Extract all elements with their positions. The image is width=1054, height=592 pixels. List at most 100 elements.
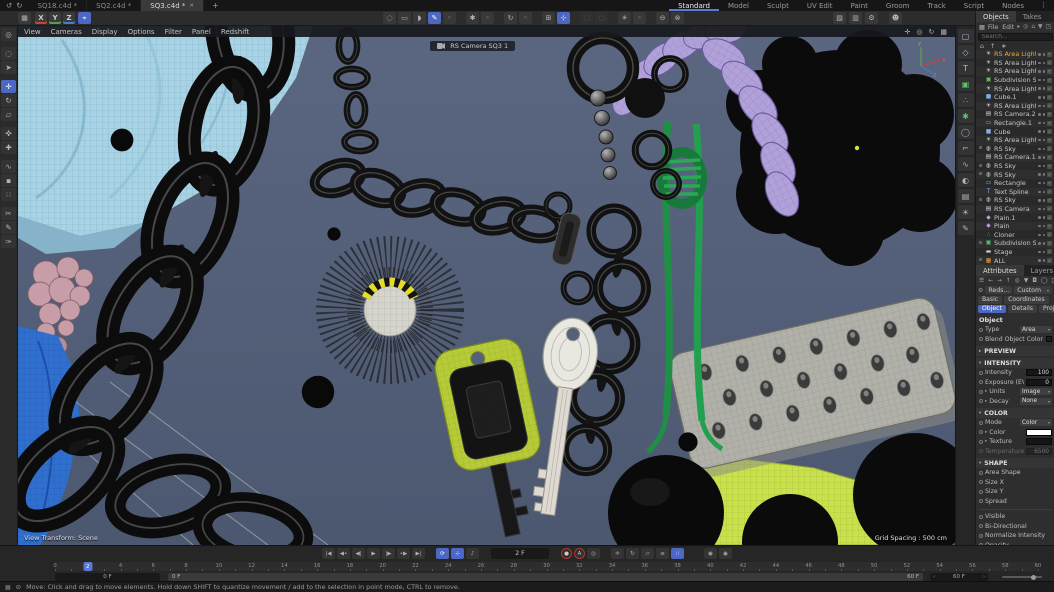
object-tag-icon[interactable]: ✓ (1047, 103, 1052, 108)
search-icon[interactable]: ◎ (1023, 24, 1028, 30)
tool-loop-settings[interactable]: ◦ (519, 12, 532, 24)
object-tag-icon[interactable]: ✓ (1047, 138, 1052, 143)
render-visibility-dot[interactable] (1043, 53, 1046, 56)
active-camera-label[interactable]: RS Camera SQ3 1 (430, 41, 515, 51)
panel-tab-takes[interactable]: Takes (1016, 11, 1049, 22)
panel-menu-icon[interactable]: ▦ (979, 24, 985, 31)
expander-icon[interactable]: ▸ (985, 399, 987, 404)
filter-rotation-button[interactable]: ↻ (626, 548, 639, 559)
loop-button[interactable]: ⟳ (436, 548, 449, 559)
editor-visibility-dot[interactable] (1038, 113, 1041, 116)
viewport-menu-cameras[interactable]: Cameras (51, 28, 82, 36)
expand-icon[interactable]: ⊞ (978, 198, 983, 203)
camera-rotate-icon[interactable]: ↻ (929, 28, 935, 36)
render-visibility-dot[interactable] (1043, 199, 1046, 202)
axis-modeling-icon[interactable]: ⌖ (78, 12, 91, 24)
create-subdivision-surface[interactable]: ▣ (958, 77, 974, 91)
object-row[interactable]: ◆Plain✓ (976, 222, 1054, 231)
playhead[interactable]: 2 (83, 562, 92, 571)
object-tag-icon[interactable]: ✓ (1047, 172, 1052, 177)
render-visibility-dot[interactable] (1043, 173, 1046, 176)
keyframe-dot[interactable] (979, 524, 983, 528)
object-row[interactable]: ⊞◍RS Sky✓ (976, 145, 1054, 154)
attribute-group-preview[interactable]: ▸PREVIEW (976, 346, 1054, 356)
objects-menu-file[interactable]: File (988, 24, 998, 31)
circle-icon[interactable]: ◯ (1041, 278, 1048, 284)
checkbox[interactable] (1046, 336, 1052, 342)
menu-icon[interactable]: ☰ (979, 278, 984, 284)
object-row[interactable]: ◆Plain.1✓ (976, 213, 1054, 222)
render-visibility-dot[interactable] (1043, 105, 1046, 108)
keyframe-dot[interactable] (979, 430, 983, 434)
keyframe-dot[interactable] (979, 534, 983, 538)
editor-visibility-dot[interactable] (1038, 225, 1041, 228)
attribute-dropdown[interactable]: Color▾ (1020, 419, 1052, 426)
viewport-menu-panel[interactable]: Panel (192, 28, 211, 36)
expand-icon[interactable]: ⊞ (978, 146, 983, 151)
object-row[interactable]: ▤RS Camera✓ (976, 205, 1054, 214)
object-row[interactable]: ▭Rectangle.1✓ (976, 119, 1054, 128)
viewport-menu-filter[interactable]: Filter (165, 28, 182, 36)
tool-cursor-transform[interactable]: ✜ (1, 127, 16, 140)
viewport-menu-view[interactable]: View (24, 28, 41, 36)
tool-rectangle-selection[interactable]: ▭ (398, 12, 411, 24)
viewport-menu-display[interactable]: Display (92, 28, 118, 36)
lock-icon[interactable]: ◘ (1032, 278, 1037, 284)
go-to-start-button[interactable]: |◀ (322, 548, 335, 559)
object-tag-icon[interactable]: ✓ (1047, 215, 1052, 220)
timeline-range-bar[interactable]: 0 F 60 F (168, 573, 923, 581)
expander-icon[interactable]: ▸ (985, 430, 987, 435)
current-frame-field[interactable]: 2 F (491, 548, 549, 559)
expander-icon[interactable]: ▸ (985, 439, 987, 444)
editor-visibility-dot[interactable] (1038, 259, 1041, 262)
object-search-input[interactable] (978, 33, 1053, 41)
object-row[interactable]: ⊞◍RS Sky✓ (976, 196, 1054, 205)
render-visibility-dot[interactable] (1043, 251, 1046, 254)
next-key-button[interactable]: •▶ (397, 548, 410, 559)
tool-point-square[interactable]: ▪ (1, 174, 16, 187)
go-to-end-button[interactable]: ▶| (412, 548, 425, 559)
expand-icon[interactable]: ⊞ (978, 172, 983, 177)
close-tab-icon[interactable]: ✕ (189, 3, 194, 9)
render-visibility-dot[interactable] (1043, 113, 1046, 116)
preset-dropdown[interactable]: Custom▾ (1014, 286, 1052, 294)
autokey-button[interactable]: A (574, 548, 585, 559)
create-camera[interactable]: ▤ (958, 189, 974, 203)
keyframe-dot[interactable] (979, 480, 983, 484)
tool-live-selection[interactable]: ◌ (383, 12, 396, 24)
tool-move[interactable]: ✛ (1, 80, 16, 93)
render-visibility-dot[interactable] (1043, 70, 1046, 73)
editor-visibility-dot[interactable] (1038, 156, 1041, 159)
chevron-right-icon[interactable]: › (983, 574, 985, 580)
tool-character-settings[interactable]: ◦ (481, 12, 494, 24)
range-start-field[interactable]: 0 F (55, 573, 160, 581)
object-tag-icon[interactable]: ✓ (1047, 164, 1052, 169)
object-tag-icon[interactable]: ✓ (1047, 60, 1052, 65)
object-row[interactable]: ⊞◍RS Sky✓ (976, 162, 1054, 171)
document-tab[interactable]: SQ18.c4d * (29, 0, 88, 11)
keyframe-dot[interactable] (979, 490, 983, 494)
create-cloner[interactable]: ∴ (958, 93, 974, 107)
editor-visibility-dot[interactable] (1038, 70, 1041, 73)
object-row[interactable]: ■Cube.1✓ (976, 93, 1054, 102)
more-menu-icon[interactable]: ⋮ (1033, 0, 1054, 11)
viewport-canvas[interactable] (18, 26, 955, 545)
object-tag-icon[interactable]: ✓ (1047, 112, 1052, 117)
undo-icon[interactable]: ↺ (6, 0, 12, 11)
render-visibility-dot[interactable] (1043, 225, 1046, 228)
editor-visibility-dot[interactable] (1038, 79, 1041, 82)
edit-render-settings-button[interactable]: ⚙ (865, 12, 878, 24)
tool-point-cluster[interactable]: ∷ (1, 188, 16, 201)
home-icon[interactable]: ⌂ (1031, 24, 1035, 30)
render-visibility-dot[interactable] (1043, 216, 1046, 219)
object-row[interactable]: ☀RS Area Light.1✓ (976, 102, 1054, 111)
panel-tab-attributes[interactable]: Attributes (976, 265, 1024, 276)
attribute-value-field[interactable]: 100 (1026, 369, 1052, 376)
render-visibility-dot[interactable] (1043, 96, 1046, 99)
create-light[interactable]: ☀ (958, 205, 974, 219)
search-icon[interactable]: ◎ (1015, 278, 1020, 284)
filter-icon[interactable]: ▼ (1024, 278, 1028, 284)
tool-field-tool[interactable]: ✳ (618, 12, 631, 24)
object-row[interactable]: ▤RS Camera.1✓ (976, 153, 1054, 162)
object-tag-icon[interactable]: ✓ (1047, 52, 1052, 57)
